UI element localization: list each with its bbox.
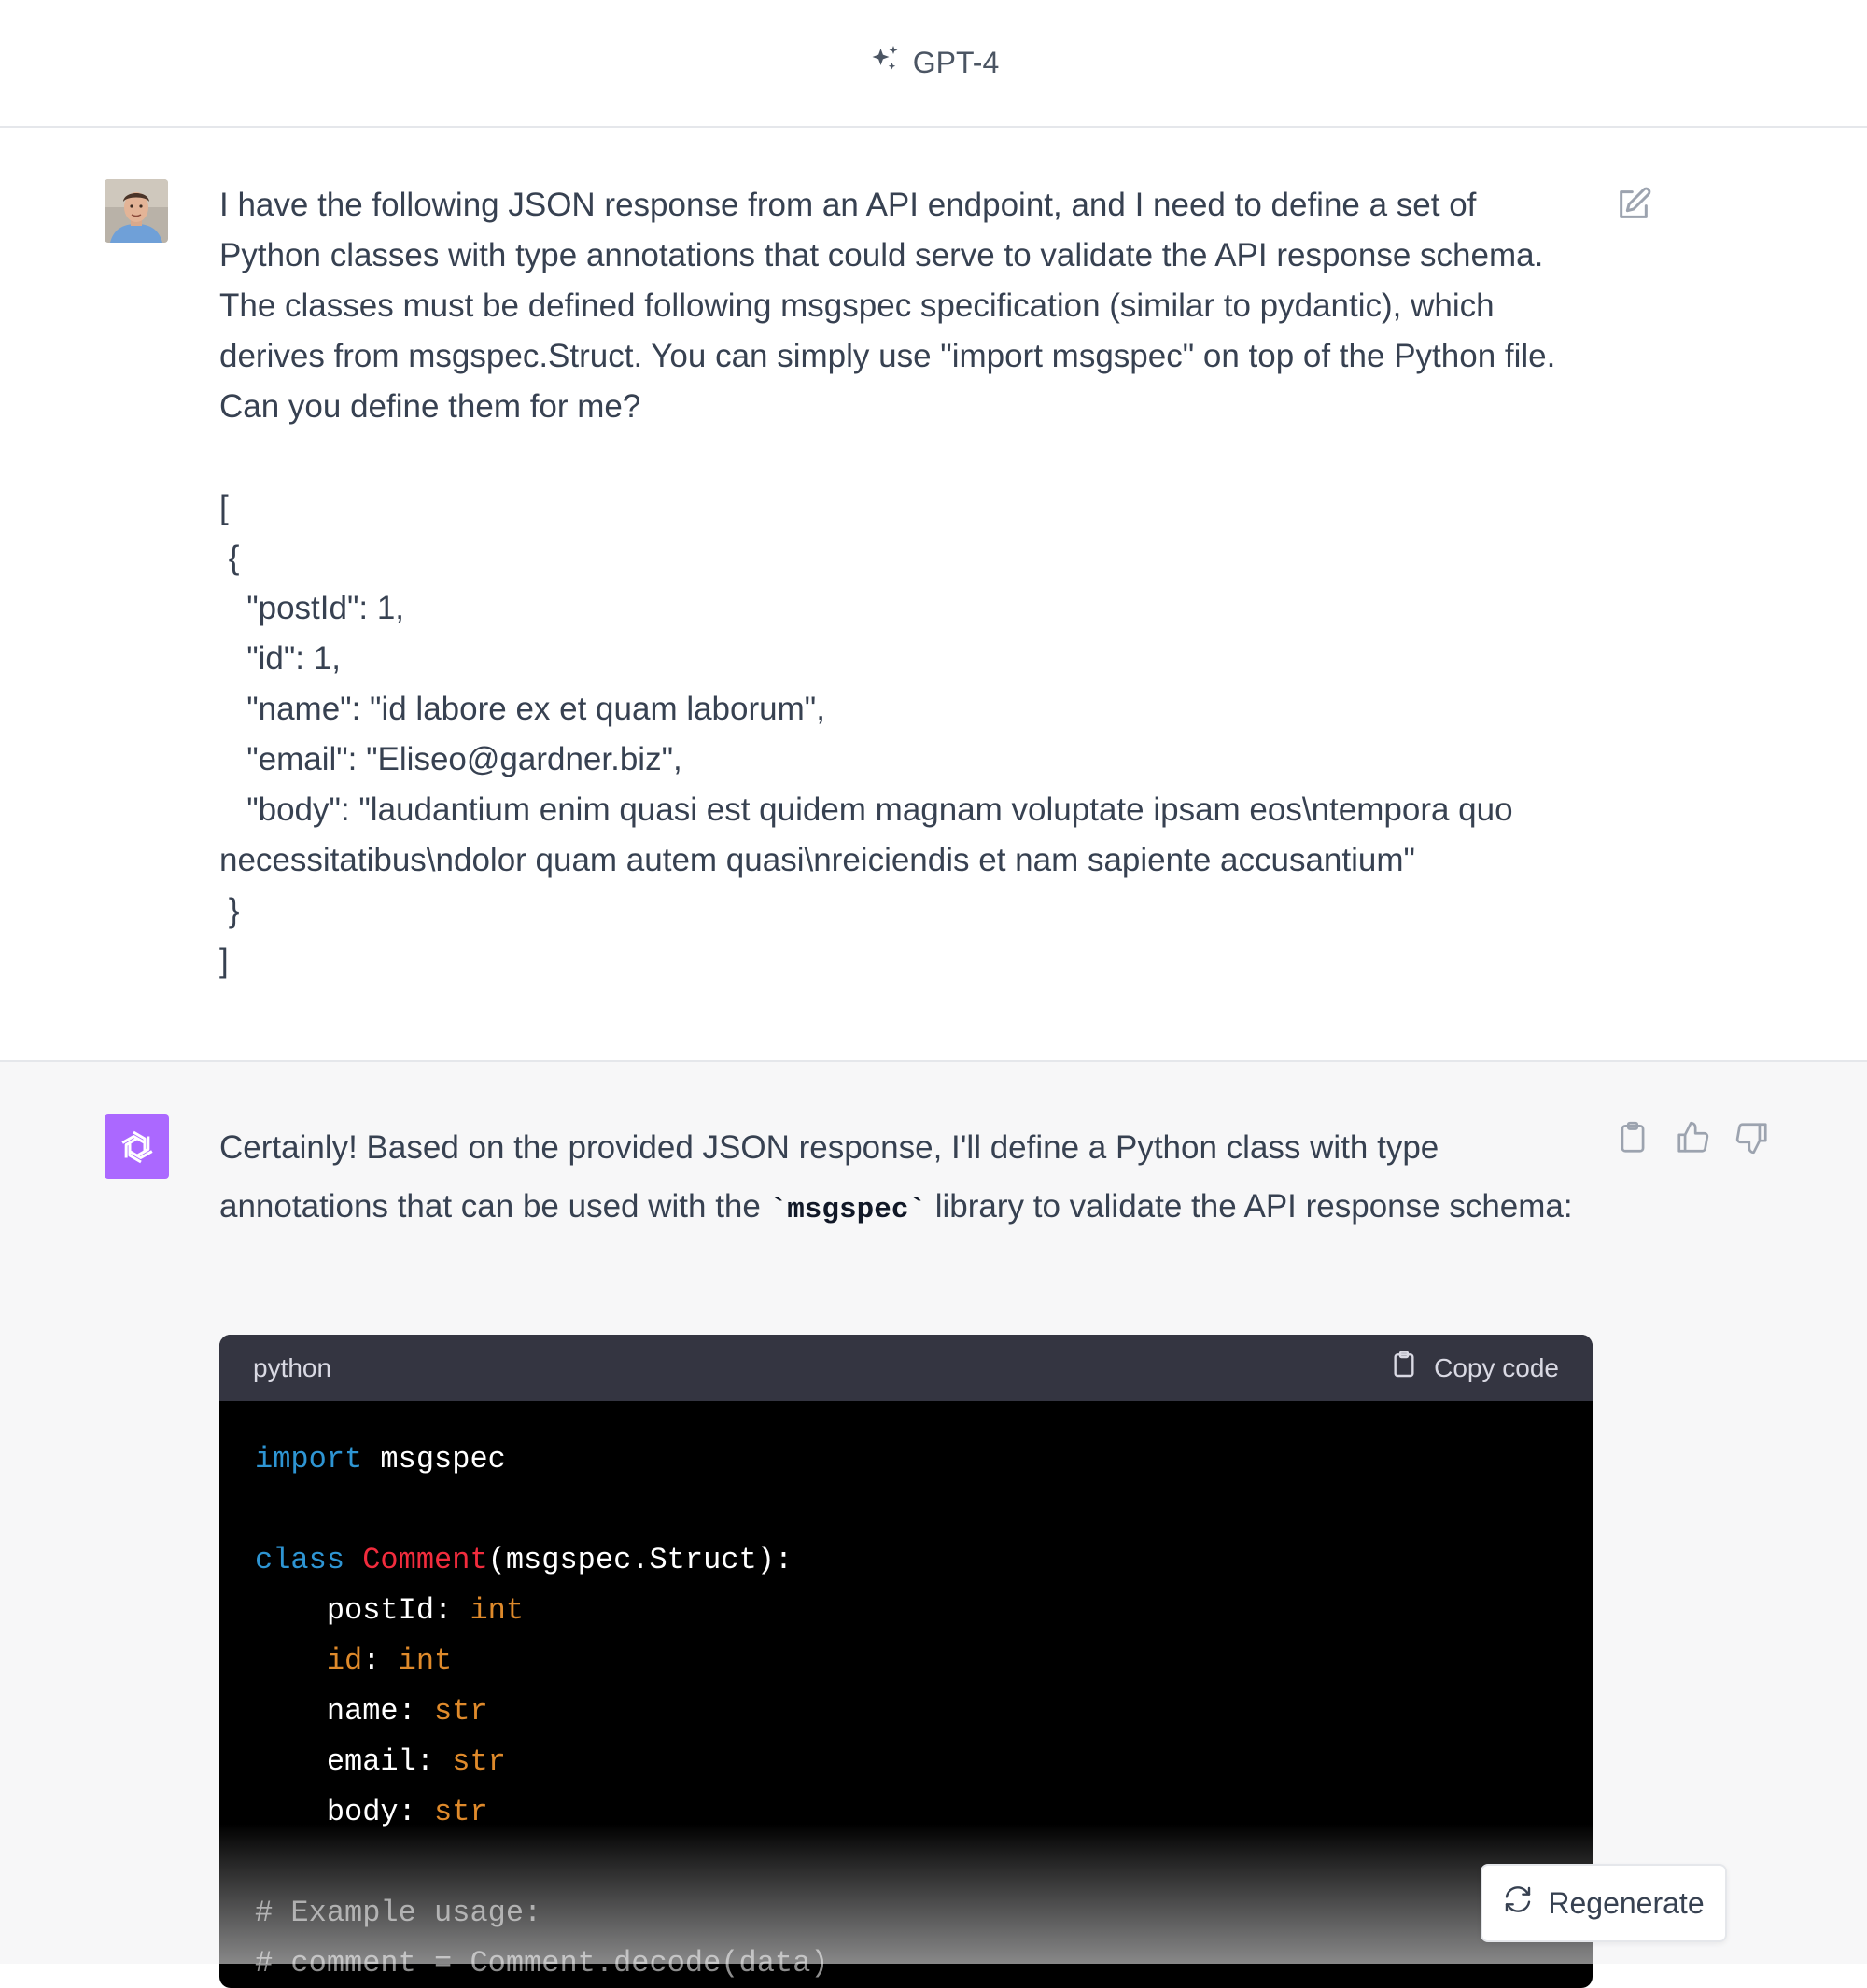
code-token: int	[398, 1644, 453, 1678]
clipboard-icon	[1389, 1350, 1419, 1386]
code-token: id	[255, 1644, 363, 1678]
code-token: email:	[255, 1744, 453, 1779]
code-language-label: python	[253, 1352, 332, 1382]
assistant-message: Certainly! Based on the provided JSON re…	[0, 1062, 1867, 1988]
regenerate-button[interactable]: Regenerate	[1481, 1864, 1727, 1942]
code-token: msgspec	[362, 1442, 506, 1477]
code-content: import msgspec class Comment(msgspec.Str…	[219, 1401, 1593, 1988]
user-message-text: I have the following JSON response from …	[219, 187, 1556, 979]
code-comment: # Example usage:	[255, 1896, 542, 1930]
assistant-text-after: library to validate the API response sch…	[926, 1188, 1573, 1225]
copy-code-label: Copy code	[1434, 1352, 1559, 1382]
user-avatar	[105, 179, 168, 243]
inline-code: `msgspec`	[769, 1194, 927, 1226]
sparkles-icon	[868, 43, 902, 84]
code-token: str	[434, 1795, 488, 1829]
code-token: (msgspec.Struct):	[487, 1543, 793, 1577]
regenerate-label: Regenerate	[1548, 1885, 1705, 1920]
code-token: import	[255, 1442, 363, 1477]
code-token: name:	[255, 1694, 435, 1729]
copy-code-button[interactable]: Copy code	[1389, 1350, 1559, 1386]
model-name: GPT-4	[912, 46, 1000, 79]
thumbs-down-icon[interactable]	[1734, 1120, 1770, 1155]
code-token: Comment	[344, 1543, 488, 1577]
message-actions	[1615, 1120, 1770, 1155]
code-token: class	[255, 1543, 345, 1577]
edit-icon[interactable]	[1615, 186, 1652, 223]
copy-icon[interactable]	[1615, 1120, 1650, 1155]
code-token: str	[434, 1694, 488, 1729]
code-token: :	[362, 1644, 399, 1678]
code-token: body:	[255, 1795, 435, 1829]
thumbs-up-icon[interactable]	[1675, 1120, 1710, 1155]
code-token: postId:	[255, 1593, 470, 1628]
assistant-message-text: Certainly! Based on the provided JSON re…	[219, 1118, 1601, 1239]
model-selector[interactable]: GPT-4	[868, 43, 999, 84]
top-bar: GPT-4	[0, 0, 1867, 128]
user-message: I have the following JSON response from …	[0, 128, 1867, 1062]
refresh-icon	[1503, 1884, 1533, 1922]
code-block: python Copy code import msgspec class Co…	[219, 1335, 1593, 1988]
code-token: int	[470, 1593, 525, 1628]
openai-logo-icon	[105, 1114, 169, 1179]
code-token: str	[452, 1744, 506, 1779]
code-block-header: python Copy code	[219, 1335, 1593, 1401]
